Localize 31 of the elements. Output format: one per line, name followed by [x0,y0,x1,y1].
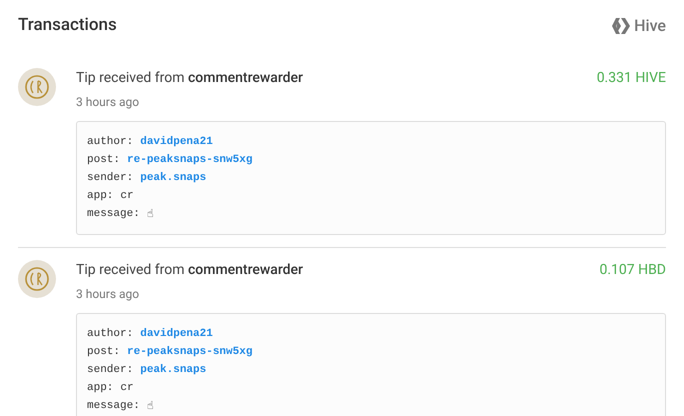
timestamp: 3 hours ago [76,94,140,111]
hive-logo-icon [612,18,630,34]
transaction-title: Tip received from commentrewarder [76,261,304,280]
detail-link[interactable]: peak.snaps [140,361,206,379]
detail-link[interactable]: davidpena21 [140,325,213,343]
transaction-title: Tip received from commentrewarder [76,69,304,88]
detail-link[interactable]: re-peaksnaps-snw5xg [127,343,252,361]
detail-key: app: [87,187,114,205]
detail-key: post: [87,151,120,169]
detail-key: sender: [87,361,134,379]
detail-value: ☝ [146,398,154,414]
detail-link[interactable]: peak.snaps [140,169,206,187]
avatar-icon [18,68,56,106]
timestamp: 3 hours ago [76,286,140,303]
detail-key: app: [87,379,114,397]
avatar-icon [18,260,56,298]
detail-key: author: [87,133,134,151]
detail-value: ☝ [146,206,154,222]
network-label: Hive [634,15,666,37]
detail-key: sender: [87,169,134,187]
detail-value: cr [120,189,134,204]
detail-link[interactable]: re-peaksnaps-snw5xg [127,151,252,169]
detail-value: cr [120,381,134,396]
detail-key: message: [87,205,140,223]
detail-key: author: [87,325,134,343]
amount: 0.107 HBD [599,261,666,280]
detail-key: message: [87,397,140,415]
detail-key: post: [87,343,120,361]
detail-link[interactable]: davidpena21 [140,133,213,151]
amount: 0.331 HIVE [596,69,666,88]
section-title: Transactions [18,14,117,38]
